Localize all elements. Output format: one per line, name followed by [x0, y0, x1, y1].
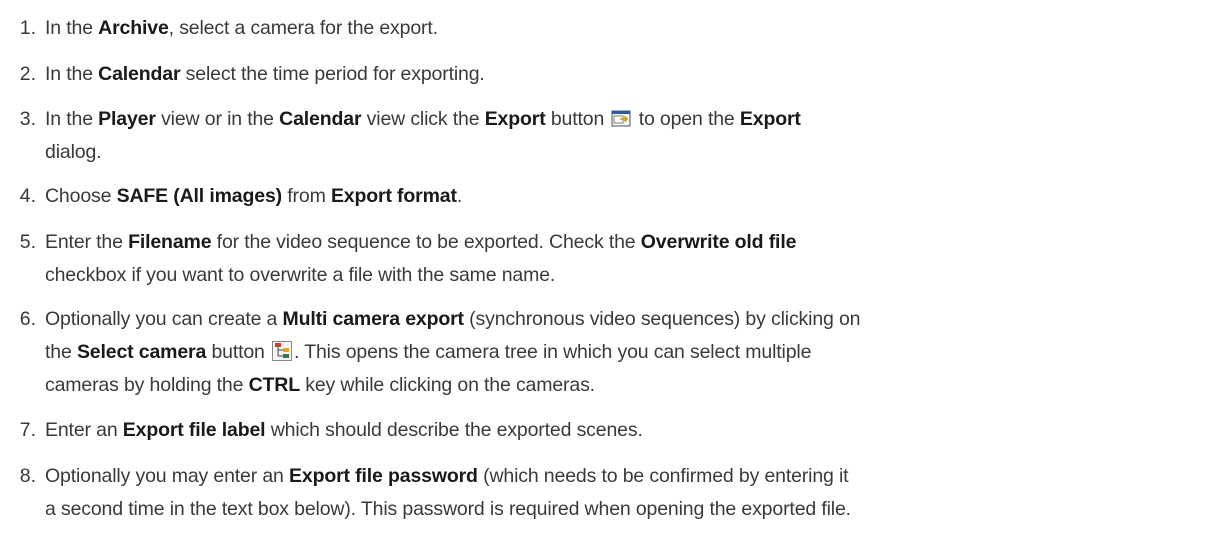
ui-term: Select camera	[76, 341, 207, 363]
step-text-run: button	[545, 108, 610, 130]
step-text-run: In the	[45, 17, 99, 39]
step-text: In the Player view or in the Calendar vi…	[45, 103, 1203, 169]
step-text-run: checkbox if you want to overwrite a file…	[45, 264, 556, 286]
step-number: 3.	[19, 108, 36, 130]
ui-term: Overwrite old file	[640, 231, 797, 253]
step-text: In the Archive, select a camera for the …	[45, 12, 1203, 45]
step-text-run: a second time in the text box below). Th…	[45, 498, 851, 520]
step-text-run: to open the	[633, 108, 740, 130]
step-text-run: select the time period for exporting.	[180, 63, 485, 85]
step-text-run: view click the	[361, 108, 485, 130]
step-text-run: Optionally you can create a	[45, 308, 283, 330]
camera-tree-icon	[272, 339, 293, 361]
step-text-run: Choose	[45, 185, 117, 207]
ui-term: Export	[484, 108, 546, 130]
step-text-run: view or in the	[155, 108, 280, 130]
step-text-run: for the video sequence to be exported. C…	[211, 231, 641, 253]
step-text-run: In the	[45, 63, 99, 85]
step-text-run: , select a camera for the export.	[168, 17, 438, 39]
step-number: 6.	[19, 308, 36, 330]
step-number: 7.	[19, 419, 36, 441]
step-text: Enter an Export file label which should …	[45, 414, 1203, 447]
ui-term: Calendar	[279, 108, 362, 130]
step-number: 2.	[19, 63, 36, 85]
step-text: Optionally you can create a Multi camera…	[45, 303, 1203, 402]
step-text: Enter the Filename for the video sequenc…	[45, 226, 1203, 292]
step-number: 8.	[19, 465, 36, 487]
ui-term: Calendar	[98, 63, 181, 85]
ui-term: SAFE (All images)	[116, 185, 283, 207]
ui-term: Filename	[128, 231, 212, 253]
step-number: 4.	[19, 185, 36, 207]
ui-term: Export format	[330, 185, 457, 207]
ui-term: Archive	[98, 17, 169, 39]
step-text-run: key while clicking on the cameras.	[299, 374, 595, 396]
step-text-run: . This opens the camera tree in which yo…	[294, 341, 812, 363]
step-text: Choose SAFE (All images) from Export for…	[45, 180, 1203, 213]
step-number: 1.	[19, 17, 36, 39]
ui-term: Export	[739, 108, 801, 130]
step-text-run: the	[45, 341, 77, 363]
step-text-run: Optionally you may enter an	[45, 465, 290, 487]
step-text-run: (synchronous video sequences) by clickin…	[463, 308, 861, 330]
step-text-run: (which needs to be confirmed by entering…	[477, 465, 849, 487]
step-text-run: Enter the	[45, 231, 129, 253]
step-text: In the Calendar select the time period f…	[45, 58, 1203, 91]
step-text-run: from	[282, 185, 331, 207]
step-text-run: .	[456, 185, 463, 207]
ui-term: Export file label	[122, 419, 266, 441]
export-icon	[611, 106, 631, 127]
step-text-run: cameras by holding the	[45, 374, 249, 396]
step-text-run: dialog.	[45, 141, 102, 163]
ui-term: Player	[98, 108, 156, 130]
step-text-run: Enter an	[45, 419, 123, 441]
ui-term: Multi camera export	[282, 308, 465, 330]
ui-term: CTRL	[248, 374, 301, 396]
step-text: Optionally you may enter an Export file …	[45, 460, 1203, 526]
step-number: 5.	[19, 231, 36, 253]
ui-term: Export file password	[289, 465, 478, 487]
step-text-run: button	[206, 341, 271, 363]
step-text-run: In the	[45, 108, 99, 130]
step-text-run: which should describe the exported scene…	[265, 419, 643, 441]
